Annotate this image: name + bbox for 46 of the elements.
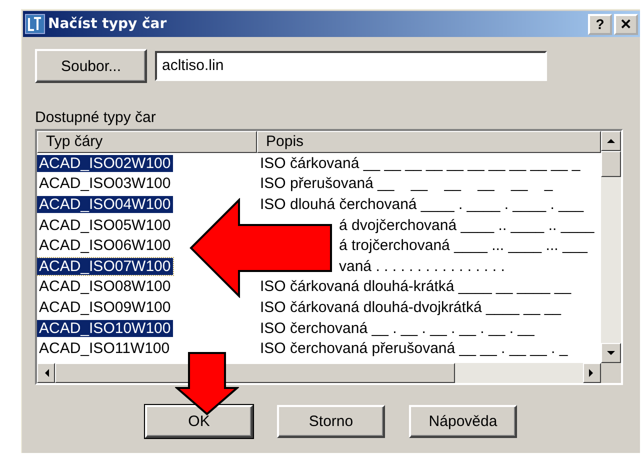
- linetype-name[interactable]: ACAD_ISO11W100: [37, 340, 172, 358]
- scrollbar-corner: [601, 363, 621, 383]
- linetype-name[interactable]: ACAD_ISO06W100: [37, 237, 173, 254]
- scroll-up-button[interactable]: [601, 131, 621, 151]
- column-header[interactable]: Typ čáry: [37, 131, 257, 153]
- linetype-name[interactable]: ACAD_ISO07W100: [37, 258, 173, 275]
- dialog-button[interactable]: OK: [145, 405, 253, 438]
- help-button[interactable]: ?: [588, 14, 612, 34]
- linetype-description: ISO čerchovaná přerušovaná __ __ . __ __ . _: [259, 340, 568, 358]
- window-title: Načíst typy čar: [48, 16, 167, 32]
- linetype-description: á dvojčerchovaná ____ .. ____ .. ____: [338, 216, 594, 234]
- linetype-description: ISO čárkovaná dlouhá-krátká ____ __ ____ __: [259, 278, 572, 296]
- scroll-left-button[interactable]: [37, 363, 55, 383]
- horizontal-scrollbar[interactable]: [37, 363, 601, 383]
- dialog-button[interactable]: Nápověda: [409, 405, 517, 438]
- linetype-description: á trojčerchovaná ____ ... ____ ... ___: [338, 237, 588, 254]
- file-name-field[interactable]: acltiso.lin: [155, 51, 547, 81]
- right-triangle-icon: [589, 369, 595, 377]
- vertical-scrollbar[interactable]: [601, 131, 621, 383]
- linetype-name[interactable]: ACAD_ISO10W100: [37, 320, 173, 337]
- scroll-right-button[interactable]: [583, 363, 601, 383]
- linetype-description: ISO čerchovaná __ . __ . __ . __ . __ . __: [259, 320, 534, 337]
- linetype-description: ISO čárkovaná dlouhá-dvojkrátká ____ __ __: [259, 298, 562, 316]
- scroll-thumb[interactable]: [601, 151, 621, 177]
- linetype-name[interactable]: ACAD_ISO08W100: [37, 278, 173, 296]
- scroll-thumb[interactable]: [55, 363, 455, 383]
- down-triangle-icon: [607, 350, 615, 356]
- app-icon: [25, 14, 45, 34]
- scroll-down-button[interactable]: [601, 343, 621, 363]
- linetype-name[interactable]: ACAD_ISO05W100: [37, 216, 173, 234]
- linetype-name[interactable]: ACAD_ISO04W100: [37, 196, 173, 213]
- left-triangle-icon: [43, 369, 49, 377]
- linetype-description: vaná . . . . . . . . . . . . . . . .: [338, 258, 505, 275]
- linetype-name[interactable]: ACAD_ISO02W100: [37, 154, 173, 172]
- up-triangle-icon: [607, 138, 615, 144]
- column-header[interactable]: Popis: [257, 131, 601, 153]
- linetype-name[interactable]: ACAD_ISO09W100: [37, 298, 173, 316]
- linetype-name[interactable]: ACAD_ISO03W100: [37, 175, 173, 192]
- file-button[interactable]: Soubor...: [35, 49, 147, 83]
- pointer-arrow: [175, 352, 239, 416]
- list-label: Dostupné typy čar: [35, 109, 157, 126]
- linetype-description: ISO dlouhá čerchovaná ____ . ____ . ____ . ___: [259, 196, 584, 213]
- linetype-description: ISO přerušovaná __ __ __ __ __ _: [259, 175, 553, 192]
- dialog-button[interactable]: Storno: [277, 405, 385, 438]
- close-button[interactable]: ✕: [614, 14, 638, 34]
- linetype-description: ISO čárkovaná __ __ __ __ __ __ __ __ __ __ _: [259, 154, 580, 172]
